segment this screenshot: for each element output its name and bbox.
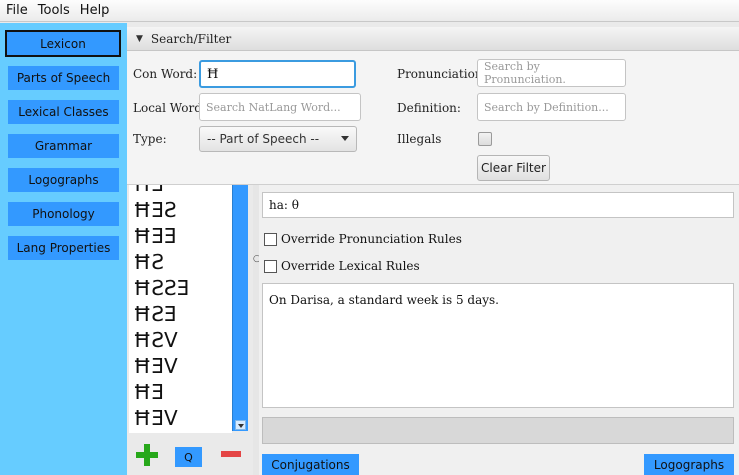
list-item[interactable]: ĦƎƧ bbox=[129, 197, 232, 223]
add-word-button[interactable] bbox=[136, 444, 158, 466]
override-lexical-label: Override Lexical Rules bbox=[281, 259, 420, 273]
list-item[interactable]: ĦƧƧƎ bbox=[129, 275, 232, 301]
list-item[interactable]: ĦƎ bbox=[129, 379, 232, 405]
sidebar-item-grammar[interactable]: Grammar bbox=[8, 134, 119, 158]
word-list[interactable]: ĦƎ ĦƎƧ ĦƎƎ ĦƧ ĦƧƧƎ ĦƧƎ ĦƧV ĦƎV ĦƎ ĦƎV bbox=[129, 185, 232, 433]
filter-header[interactable]: ▼ Search/Filter bbox=[127, 27, 739, 51]
pronunciation-filter-input[interactable]: Search by Pronunciation. bbox=[477, 59, 626, 87]
logographs-button[interactable]: Logographs bbox=[644, 454, 734, 475]
illegals-label: Illegals bbox=[397, 132, 442, 146]
quick-entry-button[interactable]: Q bbox=[175, 447, 202, 467]
filter-title: Search/Filter bbox=[150, 31, 232, 46]
list-item[interactable]: ĦƎV bbox=[129, 405, 232, 431]
definition-notes-area[interactable]: On Darisa, a standard week is 5 days. bbox=[262, 283, 734, 408]
class-properties-strip bbox=[262, 417, 734, 444]
search-filter-panel: ▼ Search/Filter Con Word: Ħ Local Word: … bbox=[127, 27, 739, 185]
sidebar: Lexicon Parts of Speech Lexical Classes … bbox=[0, 23, 127, 475]
override-lexical-checkbox[interactable] bbox=[264, 259, 277, 273]
sidebar-item-lang-properties[interactable]: Lang Properties bbox=[8, 236, 119, 260]
definition-label: Definition: bbox=[397, 101, 461, 115]
sidebar-item-logographs[interactable]: Logographs bbox=[8, 168, 119, 192]
list-item[interactable]: ĦƧV bbox=[129, 327, 232, 353]
definition-filter-input[interactable]: Search by Definition... bbox=[477, 93, 626, 121]
conjugations-button[interactable]: Conjugations bbox=[262, 454, 359, 475]
clear-filter-button[interactable]: Clear Filter bbox=[477, 155, 550, 181]
menu-help[interactable]: Help bbox=[80, 3, 110, 18]
type-label: Type: bbox=[133, 132, 167, 146]
type-select[interactable]: -- Part of Speech -- bbox=[199, 126, 357, 152]
pronunciation-label: Pronunciation: bbox=[397, 67, 487, 81]
list-item[interactable]: ĦƎ bbox=[129, 185, 232, 197]
list-item[interactable]: ĦƧƎ bbox=[129, 301, 232, 327]
type-select-value: -- Part of Speech -- bbox=[207, 132, 320, 146]
list-item[interactable]: ĦƎV bbox=[129, 353, 232, 379]
illegals-checkbox[interactable] bbox=[478, 132, 492, 146]
list-item[interactable]: ĦƧ bbox=[129, 249, 232, 275]
pronunciation-field[interactable]: ha: θ bbox=[262, 192, 734, 218]
collapse-triangle-icon[interactable]: ▼ bbox=[136, 34, 143, 44]
local-word-label: Local Word: bbox=[133, 101, 206, 115]
sidebar-item-lexicon[interactable]: Lexicon bbox=[5, 30, 121, 57]
menu-tools[interactable]: Tools bbox=[38, 3, 70, 18]
menu-bar: File Tools Help bbox=[0, 0, 739, 22]
list-item[interactable]: ĦƎƎ bbox=[129, 223, 232, 249]
sidebar-item-parts-of-speech[interactable]: Parts of Speech bbox=[8, 66, 119, 90]
override-lexical-row[interactable]: Override Lexical Rules bbox=[264, 259, 420, 273]
chevron-down-icon bbox=[341, 136, 349, 141]
override-pronunciation-label: Override Pronunciation Rules bbox=[281, 232, 462, 246]
word-list-scrollbar[interactable] bbox=[232, 185, 248, 431]
delete-word-button[interactable] bbox=[221, 451, 241, 457]
con-word-input[interactable]: Ħ bbox=[199, 60, 356, 88]
sidebar-item-phonology[interactable]: Phonology bbox=[8, 202, 119, 226]
local-word-input[interactable]: Search NatLang Word... bbox=[199, 93, 361, 121]
sidebar-item-lexical-classes[interactable]: Lexical Classes bbox=[8, 100, 119, 124]
scroll-down-arrow-icon[interactable] bbox=[235, 420, 246, 430]
override-pronunciation-checkbox[interactable] bbox=[264, 232, 277, 246]
menu-file[interactable]: File bbox=[6, 3, 28, 18]
override-pronunciation-row[interactable]: Override Pronunciation Rules bbox=[264, 232, 462, 246]
con-word-label: Con Word: bbox=[133, 67, 198, 81]
